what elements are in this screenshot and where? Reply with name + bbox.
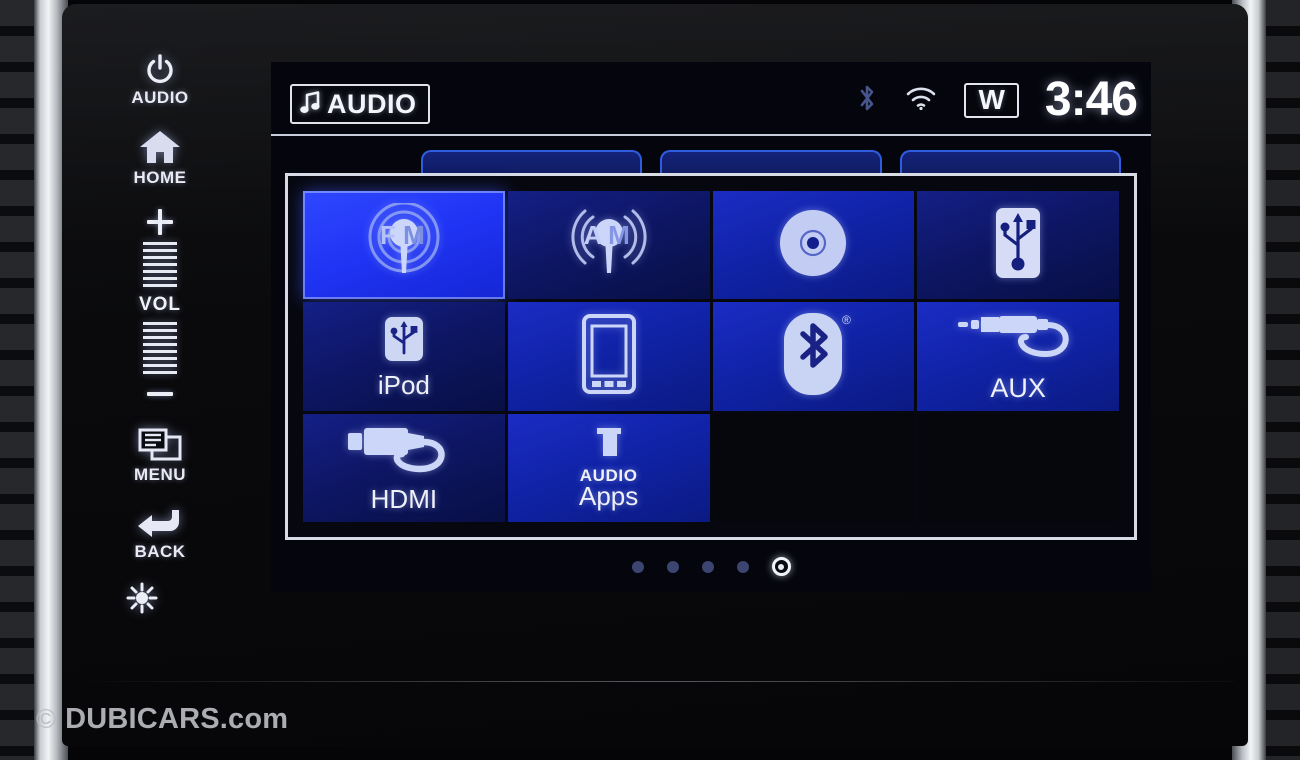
source-tile-hdmi[interactable]: HDMI [303,413,505,522]
watermark: © DUBICARS.com [36,703,288,736]
source-tile-cd[interactable] [712,191,915,300]
air-vent-right [1260,0,1300,760]
svg-text:M: M [403,220,425,250]
bluetooth-icon [856,83,878,118]
aux-cable-icon [954,310,1082,373]
menu-button[interactable]: MENU [134,427,186,485]
smartphone-icon [581,313,637,400]
volume-bars-lower-icon [143,321,177,374]
svg-text:®: ® [842,313,851,327]
back-label: BACK [134,541,186,561]
source-label-ipod: iPod [377,369,430,400]
status-bar: AUDIO W 3:46 [271,62,1151,136]
source-tile-empty [917,413,1119,522]
audio-apps-icon [591,426,627,465]
audio-mode-badge[interactable]: AUDIO [290,84,430,124]
page-dot[interactable] [701,560,714,573]
page-dot[interactable] [666,560,679,573]
back-arrow-icon [135,506,185,540]
clock: 3:46 [1044,73,1138,126]
day-night-button[interactable] [124,582,196,614]
source-tile-bluetooth[interactable]: ® [712,302,915,411]
home-icon [138,128,182,166]
hdmi-cable-icon [344,423,464,484]
source-tile-am[interactable]: A M [507,191,710,300]
menu-label: MENU [133,465,187,485]
sun-moon-icon [124,582,196,614]
volume-label: VOL [138,293,182,315]
source-select-dialog: F M A M iPod ® AUX HDMI AUDIO Apps [285,173,1137,540]
watermark-copyright: © [36,704,57,734]
home-button[interactable]: HOME [134,128,187,188]
source-label-audio-apps: Apps [578,481,639,512]
fm-radio-icon: F M [344,201,464,288]
w-badge-label: W [978,83,1005,115]
menu-icon [136,427,184,463]
hardkey-column: AUDIO HOME VOL MENU BACK [72,34,248,624]
svg-text:A: A [583,220,602,250]
usb-ipod-icon [381,315,427,370]
volume-rocker[interactable]: VOL [138,208,182,407]
power-audio-label: AUDIO [131,88,189,107]
audio-badge-label: AUDIO [327,88,417,119]
svg-text:M: M [608,220,630,250]
bezel-seam-line [76,681,1234,682]
page-dot-active[interactable] [771,557,791,576]
bluetooth-icon: ® [770,308,856,405]
volume-up-icon[interactable] [147,208,173,235]
home-label: HOME [133,168,187,188]
infotainment-screen[interactable]: AUDIO W 3:46 F M A M iPod ® AUX HDMI AUD… [271,62,1151,592]
wifi-icon [904,85,938,116]
source-tile-empty [712,413,915,522]
dashboard-backdrop: AUDIO HOME VOL MENU BACK AUDIO W 3:46 F … [0,0,1300,760]
source-tile-usb[interactable] [917,191,1119,300]
cd-disc-icon [776,206,850,285]
source-tile-ipod[interactable]: iPod [303,302,505,411]
watermark-text: DUBICARS.com [65,703,289,735]
volume-down-icon[interactable] [147,381,173,407]
source-label-hdmi: HDMI [370,484,438,515]
source-tile-audio-apps[interactable]: AUDIO Apps [507,413,710,522]
usb-icon [990,205,1046,286]
volume-bars-upper-icon [143,241,177,288]
page-dot[interactable] [631,560,644,573]
svg-text:F: F [380,220,396,250]
am-radio-icon: A M [549,203,669,288]
source-tile-smartphone[interactable] [507,302,710,411]
source-label-aux: AUX [990,373,1046,404]
w-status-badge: W [964,82,1019,118]
power-icon [143,52,177,86]
status-icons-group: W 3:46 [856,72,1143,128]
source-grid: F M A M iPod ® AUX HDMI AUDIO Apps [303,191,1119,522]
source-tile-fm[interactable]: F M [303,191,505,300]
power-audio-button[interactable]: AUDIO [131,52,188,108]
page-indicator [271,557,1151,576]
source-tile-aux[interactable]: AUX [917,302,1119,411]
page-dot[interactable] [736,560,749,573]
music-note-icon [300,90,320,119]
back-button[interactable]: BACK [134,506,185,562]
